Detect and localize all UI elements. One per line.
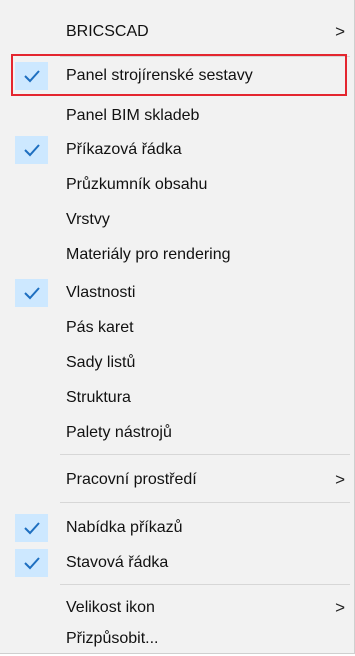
menu-item-nabidka-prikazu[interactable]: Nabídka příkazů: [0, 510, 355, 545]
menu-item-label: Struktura: [66, 389, 131, 406]
menu-item-vrstvy[interactable]: Vrstvy: [0, 202, 355, 237]
menu-item-panel-bim-skladeb[interactable]: Panel BIM skladeb: [0, 98, 355, 133]
menu-item-label: Sady listů: [66, 354, 136, 371]
menu-item-label: Pracovní prostředí: [66, 471, 197, 488]
check-mark-icon: [15, 549, 48, 577]
menu-item-velikost-ikon[interactable]: Velikost ikon >: [0, 590, 355, 625]
submenu-arrow-icon: >: [335, 598, 345, 617]
menu-item-label: Pás karet: [66, 319, 134, 336]
menu-item-label: Materiály pro rendering: [66, 246, 231, 263]
menu-item-label: Průzkumník obsahu: [66, 176, 208, 193]
menu-item-pracovni-prostredi[interactable]: Pracovní prostředí >: [0, 462, 355, 497]
menu-item-label: Velikost ikon: [66, 599, 155, 616]
menu-item-pas-karet[interactable]: Pás karet: [0, 310, 355, 345]
menu-item-label: Vrstvy: [66, 211, 110, 228]
menu-item-label: BRICSCAD: [66, 23, 149, 40]
menu-separator: [60, 584, 350, 585]
menu-item-bricscad[interactable]: BRICSCAD >: [0, 14, 355, 49]
menu-item-label: Přizpůsobit...: [66, 630, 159, 647]
check-mark-icon: [15, 279, 48, 307]
menu-item-stavova-radka[interactable]: Stavová řádka: [0, 545, 355, 580]
menu-item-vlastnosti[interactable]: Vlastnosti: [0, 275, 355, 310]
menu-item-label: Palety nástrojů: [66, 424, 172, 441]
menu-item-label: Stavová řádka: [66, 554, 169, 571]
menu-item-palety-nastroju[interactable]: Palety nástrojů: [0, 415, 355, 450]
submenu-arrow-icon: >: [335, 22, 345, 41]
check-mark-icon: [15, 136, 48, 164]
check-mark-icon: [15, 514, 48, 542]
menu-item-struktura[interactable]: Struktura: [0, 380, 355, 415]
menu-item-pruzkumnik-obsahu[interactable]: Průzkumník obsahu: [0, 167, 355, 202]
menu-item-materialy-pro-rendering[interactable]: Materiály pro rendering: [0, 237, 355, 272]
menu-item-sady-listu[interactable]: Sady listů: [0, 345, 355, 380]
menu-item-label: Panel BIM skladeb: [66, 107, 200, 124]
menu-item-prikazova-radka[interactable]: Příkazová řádka: [0, 132, 355, 167]
selection-highlight: [11, 54, 347, 96]
menu-item-prizpusobit[interactable]: Přizpůsobit...: [0, 621, 355, 656]
menu-separator: [60, 502, 350, 503]
context-menu: BRICSCAD > Panel strojírenské sestavy Pa…: [0, 0, 355, 654]
menu-item-label: Příkazová řádka: [66, 141, 182, 158]
menu-separator: [60, 454, 350, 455]
menu-item-label: Nabídka příkazů: [66, 519, 183, 536]
submenu-arrow-icon: >: [335, 470, 345, 489]
menu-item-label: Vlastnosti: [66, 284, 136, 301]
